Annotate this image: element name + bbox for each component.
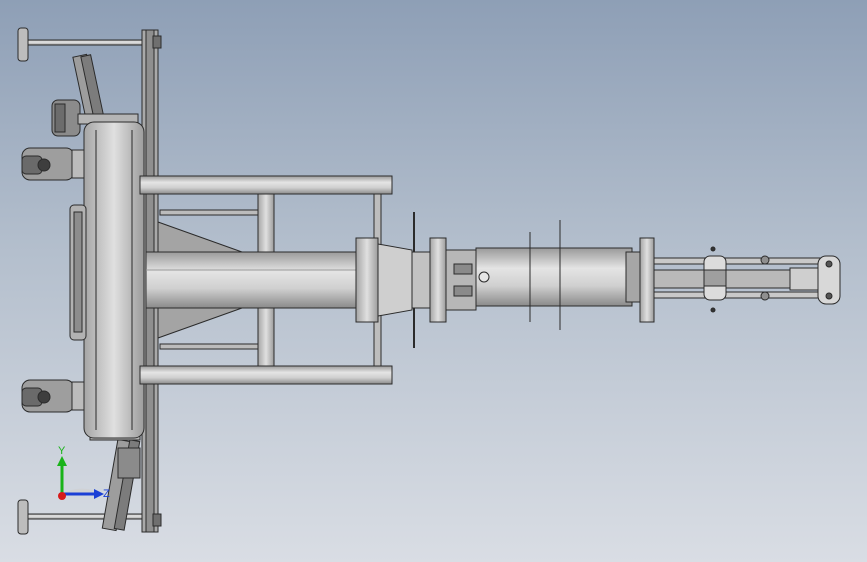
caster-wheel-lower [21, 379, 89, 413]
triad-y-label: Y [58, 445, 66, 457]
assembly-drawing: Y Z [17, 27, 841, 535]
main-shaft-tube [145, 251, 359, 309]
triad-x-origin [58, 492, 66, 500]
triad-y-arrow [57, 456, 67, 466]
cylinder-end-flange [639, 237, 655, 323]
triad-z-label: Z [103, 488, 110, 500]
caster-wheel-upper [21, 147, 89, 181]
cad-viewport[interactable]: Y Z [0, 0, 867, 562]
shaft-flange [355, 212, 431, 348]
actuator-cylinder [475, 220, 643, 330]
coordinate-triad: Y Z [57, 445, 110, 500]
coupling-plate [429, 237, 477, 323]
